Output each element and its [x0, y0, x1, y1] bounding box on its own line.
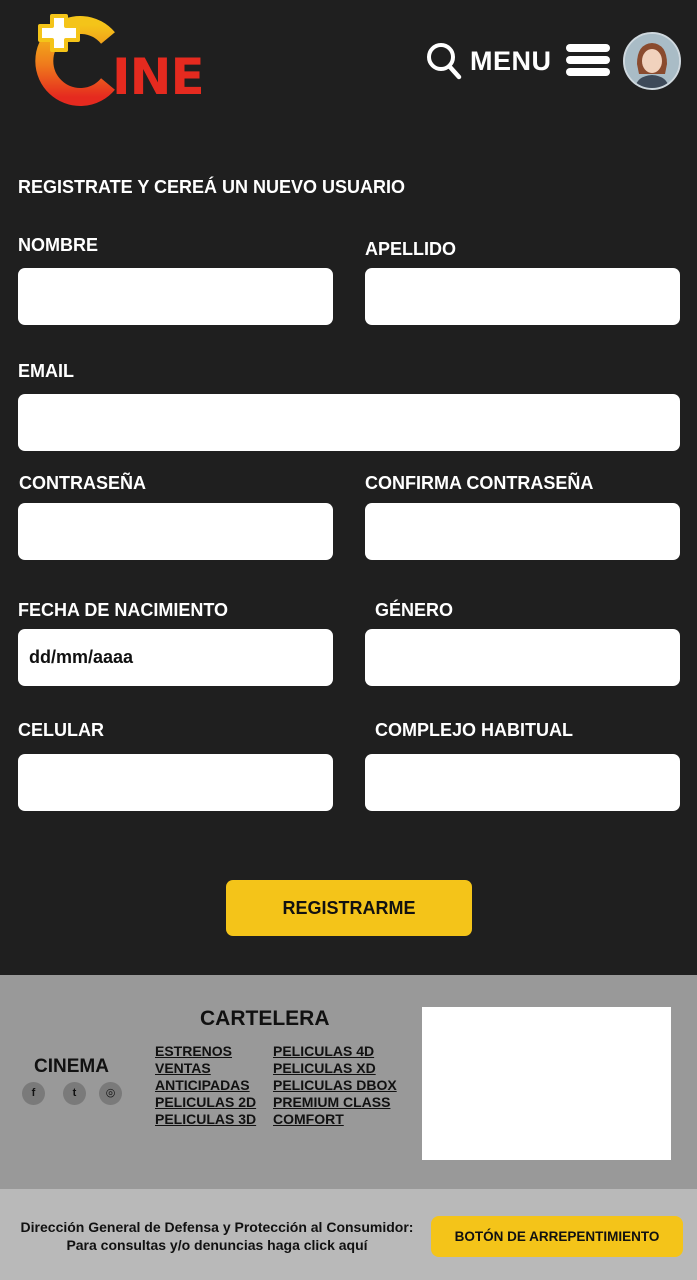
- consumer-protection-link[interactable]: Dirección General de Defensa y Protecció…: [10, 1218, 424, 1254]
- phone-input[interactable]: [18, 754, 333, 811]
- twitter-icon[interactable]: t: [63, 1082, 86, 1105]
- hamburger-menu-icon[interactable]: [566, 44, 610, 76]
- instagram-icon[interactable]: ◎: [99, 1082, 122, 1105]
- avatar-portrait-icon: [625, 34, 679, 88]
- form-title: REGISTRATE Y CEREÁ UN NUEVO USUARIO: [18, 177, 406, 197]
- footer-link-peliculas-2d[interactable]: PELICULAS 2D: [155, 1094, 256, 1111]
- birthdate-label: FECHA DE NACIMIENTO: [18, 600, 229, 620]
- logo-text: INE: [112, 48, 205, 106]
- footer-link-anticipadas[interactable]: ANTICIPADAS: [155, 1077, 256, 1094]
- password-input[interactable]: [18, 503, 333, 560]
- complex-label: COMPLEJO HABITUAL: [375, 720, 573, 740]
- footer-bottom: Dirección General de Defensa y Protecció…: [0, 1189, 697, 1280]
- footer-ad-placeholder: [422, 1007, 671, 1160]
- email-label: EMAIL: [18, 361, 74, 381]
- gender-input[interactable]: [365, 629, 680, 686]
- facebook-icon[interactable]: f: [22, 1082, 45, 1105]
- confirm-password-label: CONFIRMA CONTRASEÑA: [365, 473, 594, 493]
- footer-brand: CINEMA: [34, 1056, 109, 1077]
- footer-link-peliculas-dbox[interactable]: PELICULAS DBOX: [273, 1077, 397, 1094]
- register-button[interactable]: REGISTRARME: [226, 880, 472, 936]
- footer-link-estrenos[interactable]: ESTRENOS: [155, 1043, 256, 1060]
- email-input[interactable]: [18, 394, 680, 451]
- cartelera-links-right: PELICULAS 4D PELICULAS XD PELICULAS DBOX…: [273, 1043, 397, 1128]
- search-icon[interactable]: [426, 42, 462, 80]
- nombre-input[interactable]: [18, 268, 333, 325]
- user-avatar[interactable]: [623, 32, 681, 90]
- footer-link-peliculas-3d[interactable]: PELICULAS 3D: [155, 1111, 256, 1128]
- footer: CINEMA f t ◎ CARTELERA ESTRENOS VENTAS A…: [0, 975, 697, 1189]
- nombre-label: NOMBRE: [18, 235, 98, 255]
- password-label: CONTRASEÑA: [19, 473, 147, 493]
- consumer-line-2: Para consultas y/o denuncias haga click …: [66, 1237, 368, 1253]
- consumer-line-1: Dirección General de Defensa y Protecció…: [20, 1219, 414, 1235]
- phone-label: CELULAR: [18, 720, 104, 740]
- apellido-input[interactable]: [365, 268, 680, 325]
- footer-link-comfort[interactable]: COMFORT: [273, 1111, 397, 1128]
- header: INE MENU: [0, 0, 697, 130]
- cine-logo[interactable]: INE: [26, 12, 205, 107]
- apellido-label: APELLIDO: [365, 239, 457, 259]
- birthdate-input[interactable]: [18, 629, 333, 686]
- gender-label: GÉNERO: [375, 600, 454, 620]
- footer-link-premium-class[interactable]: PREMIUM CLASS: [273, 1094, 397, 1111]
- complex-input[interactable]: [365, 754, 680, 811]
- cartelera-title: CARTELERA: [200, 1007, 330, 1030]
- arrepentimiento-button[interactable]: BOTÓN DE ARREPENTIMIENTO: [431, 1216, 683, 1257]
- footer-link-ventas[interactable]: VENTAS: [155, 1060, 256, 1077]
- footer-link-peliculas-4d[interactable]: PELICULAS 4D: [273, 1043, 397, 1060]
- menu-label[interactable]: MENU: [470, 46, 552, 77]
- footer-link-peliculas-xd[interactable]: PELICULAS XD: [273, 1060, 397, 1077]
- cartelera-links-left: ESTRENOS VENTAS ANTICIPADAS PELICULAS 2D…: [155, 1043, 256, 1128]
- confirm-password-input[interactable]: [365, 503, 680, 560]
